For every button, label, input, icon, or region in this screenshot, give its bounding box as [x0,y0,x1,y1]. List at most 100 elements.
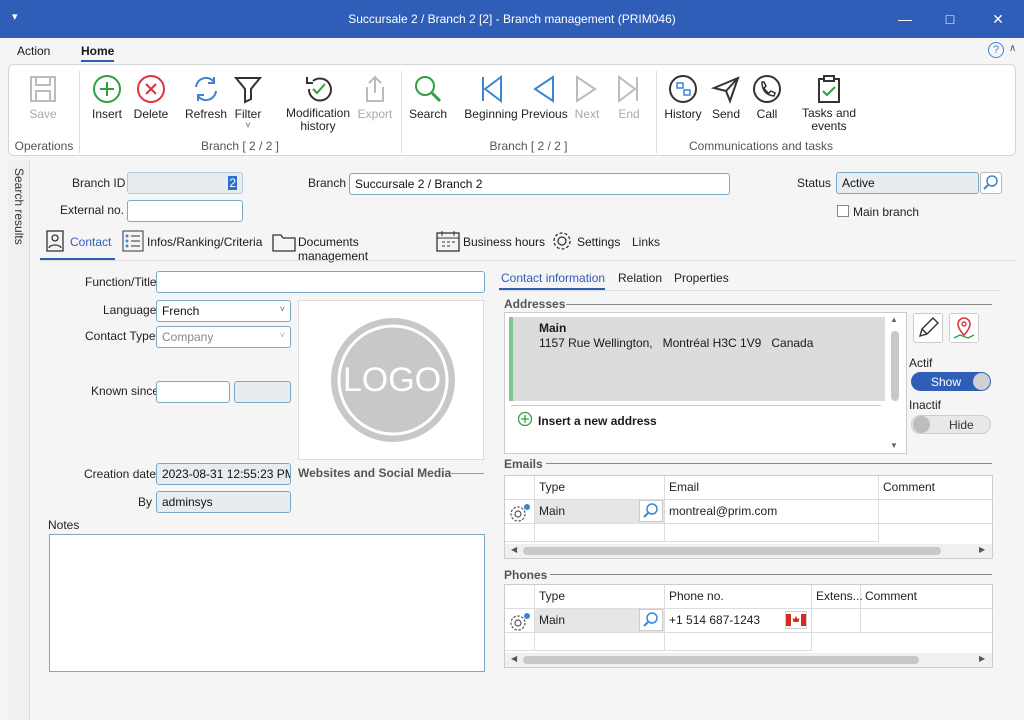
end-button[interactable]: End [613,73,645,121]
scroll-left-icon[interactable]: ◀ [511,654,517,663]
canada-flag-icon[interactable] [785,611,807,629]
phones-hscrollbar[interactable]: ◀ ▶ [505,653,992,667]
email-row-settings[interactable] [505,500,535,524]
filter-dropdown-icon[interactable]: ˅ [231,121,265,130]
phone-row-type[interactable]: Main [535,609,665,633]
known-since-field[interactable] [156,381,230,403]
email-row-address[interactable]: montreal@prim.com [665,500,879,524]
refresh-button[interactable]: Refresh [185,73,227,121]
emails-col-type[interactable]: Type [535,476,665,500]
tab-contact[interactable]: Contact [40,228,115,260]
tab-links[interactable]: Links [632,235,660,249]
tasks-icon [818,75,840,103]
export-button[interactable]: Export [357,73,393,121]
tasks-events-button[interactable]: Tasks and events [799,73,859,133]
tab-business-hours[interactable]: Business hours [436,230,546,254]
branch-field[interactable]: Succursale 2 / Branch 2 [349,173,730,195]
phone-row-settings[interactable] [505,609,535,633]
edit-address-button[interactable] [913,313,943,343]
search-icon [643,503,658,518]
emails-col-email[interactable]: Email [665,476,879,500]
tab-settings[interactable]: Settings [551,230,626,254]
emails-header: Emails [504,457,543,471]
email-row-type[interactable]: Main [535,500,665,524]
call-button[interactable]: Call [751,73,783,121]
save-button[interactable]: Save [23,73,63,121]
phone-row-extension[interactable] [812,609,861,633]
search-button[interactable]: Search [407,73,449,121]
history-button[interactable]: History [663,73,703,121]
tab-contact-information[interactable]: Contact information [501,271,605,285]
scroll-down-icon[interactable]: ▼ [890,441,898,450]
phones-hscroll-thumb[interactable] [523,656,919,664]
scroll-up-icon[interactable]: ▲ [890,315,898,324]
collapse-ribbon-icon[interactable]: ∧ [1009,43,1016,54]
tab-documents[interactable]: Documents management [272,230,432,263]
email-row-comment[interactable] [879,500,993,524]
status-search-button[interactable] [980,172,1002,194]
emails-hscroll-thumb[interactable] [523,547,941,555]
contact-type-select[interactable]: Company ˅ [156,326,291,348]
address-card-main[interactable]: Main 1157 Rue Wellington, Montréal H3C 1… [509,317,885,401]
status-field[interactable]: Active [836,172,979,194]
search-icon [983,175,998,190]
notes-textarea[interactable] [49,534,485,672]
menu-action[interactable]: Action [17,44,50,58]
tab-documents-label: Documents management [298,235,369,263]
previous-button[interactable]: Previous [521,73,568,121]
language-label: Language [103,303,157,317]
known-since-secondary-field[interactable] [234,381,291,403]
language-select[interactable]: French ˅ [156,300,291,322]
insert-button[interactable]: Insert [89,73,125,121]
hide-toggle[interactable]: Hide [911,415,991,434]
phones-col-comment[interactable]: Comment [861,585,993,609]
tab-business-hours-label: Business hours [463,235,546,249]
main-branch-checkbox[interactable] [837,205,849,217]
phone-row-comment[interactable] [861,609,993,633]
branch-id-field[interactable]: 2 [127,172,243,194]
menu-home[interactable]: Home [81,44,115,62]
chevron-down-icon: ˅ [279,304,285,314]
scroll-right-icon[interactable]: ▶ [979,654,985,663]
help-icon[interactable]: ? [988,42,1004,58]
phones-col-phone[interactable]: Phone no. [665,585,812,609]
phones-col-extension[interactable]: Extens... [812,585,863,609]
branch-id-label: Branch ID [72,176,126,190]
tab-infos[interactable]: Infos/Ranking/Criteria [122,230,262,254]
maximize-icon[interactable]: □ [938,8,962,30]
modification-history-button[interactable]: Modification history [283,73,355,133]
branch-label: Branch [308,176,347,190]
logo-box[interactable]: LOGO [298,300,484,460]
tab-properties[interactable]: Properties [674,271,729,285]
external-no-field[interactable] [127,200,243,222]
emails-col-comment[interactable]: Comment [879,476,993,500]
minimize-icon[interactable]: — [893,8,917,30]
chevron-down-icon: ˅ [279,330,285,340]
email-type-search-button[interactable] [639,500,663,522]
tab-relation[interactable]: Relation [618,271,662,285]
by-field: adminsys [156,491,291,513]
search-results-rail[interactable]: Search results [8,160,30,720]
phone-row-number-value: +1 514 687-1243 [669,613,761,627]
save-icon [30,76,56,102]
emails-hscrollbar[interactable]: ◀ ▶ [505,544,992,558]
beginning-button[interactable]: Beginning [463,73,519,121]
filter-button[interactable]: Filter ˅ [231,73,265,130]
function-title-field[interactable] [156,271,485,293]
close-icon[interactable]: ✕ [986,8,1010,30]
show-toggle[interactable]: Show [911,372,991,391]
addresses-scrollbar-thumb[interactable] [891,331,899,401]
phone-type-search-button[interactable] [639,609,663,631]
insert-address-link[interactable]: Insert a new address [538,414,657,428]
phones-col-type[interactable]: Type [535,585,665,609]
add-address-icon[interactable] [517,411,533,427]
by-label: By [138,495,153,509]
scroll-right-icon[interactable]: ▶ [979,545,985,554]
delete-button[interactable]: Delete [131,73,171,121]
send-button[interactable]: Send [709,73,743,121]
map-address-button[interactable] [949,313,979,343]
phone-row-number[interactable]: +1 514 687-1243 [665,609,812,633]
websites-label: Websites and Social Media [298,466,452,480]
scroll-left-icon[interactable]: ◀ [511,545,517,554]
next-button[interactable]: Next [571,73,603,121]
